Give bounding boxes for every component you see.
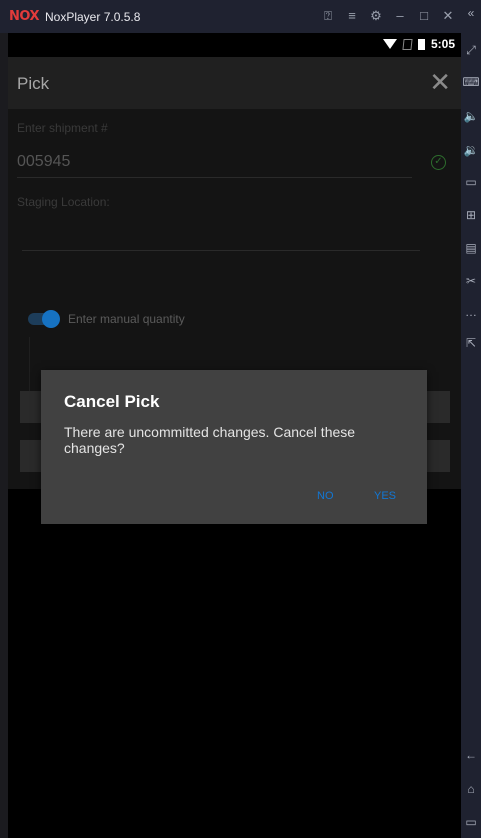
multi-instance-icon[interactable]: ▤: [461, 241, 481, 255]
window-controls: ⍰ ≡ ⚙ – □ ✕: [321, 8, 455, 24]
help-icon[interactable]: ⍰: [321, 8, 335, 24]
maximize-icon[interactable]: □: [417, 8, 431, 24]
shipment-underline: [17, 177, 412, 178]
wifi-icon: [382, 39, 397, 49]
volume-up-icon[interactable]: 🔈: [461, 109, 481, 123]
emulator-title-bar: NOX NoxPlayer 7.0.5.8 ⍰ ≡ ⚙ – □ ✕: [0, 0, 461, 33]
more-icon[interactable]: …: [461, 305, 481, 319]
manual-quantity-label: Enter manual quantity: [68, 312, 185, 326]
cancel-pick-dialog: Cancel Pick There are uncommitted change…: [41, 370, 427, 524]
shipment-input[interactable]: 005945: [17, 153, 70, 171]
dialog-message: There are uncommitted changes. Cancel th…: [64, 424, 356, 456]
yes-button[interactable]: YES: [374, 490, 396, 502]
collapse-icon[interactable]: «: [461, 6, 481, 20]
status-bar: 5:05: [8, 33, 461, 57]
scissors-icon[interactable]: ✂: [461, 274, 481, 288]
menu-icon[interactable]: ≡: [345, 8, 359, 24]
volume-down-icon[interactable]: 🔉: [461, 143, 481, 157]
recents-icon[interactable]: ▭: [461, 815, 481, 829]
window-title: NoxPlayer 7.0.5.8: [45, 9, 141, 24]
status-icons: 5:05: [382, 37, 455, 51]
screen-icon[interactable]: ▭: [461, 175, 481, 189]
android-screen: 5:05 Pick ✕ Enter shipment # 005945 ✓ St…: [8, 33, 461, 838]
page-title: Pick: [17, 74, 50, 93]
no-sim-icon: [402, 38, 413, 50]
emulator-sidebar: « ⤢ ⌨ 🔈 🔉 ▭ ⊞ ▤ ✂ … ⇱ ← ⌂ ▭: [461, 0, 481, 838]
home-icon[interactable]: ⌂: [461, 782, 481, 796]
back-icon[interactable]: ←: [461, 748, 481, 762]
external-icon[interactable]: ⇱: [461, 336, 481, 350]
shipment-label: Enter shipment #: [17, 121, 108, 135]
keyboard-icon[interactable]: ⌨: [461, 75, 481, 89]
dialog-title: Cancel Pick: [64, 392, 160, 411]
nox-logo: NOX: [9, 9, 40, 24]
staging-location-label: Staging Location:: [17, 195, 110, 209]
close-icon[interactable]: ✕: [429, 67, 451, 97]
quantity-area-divider: [29, 337, 30, 397]
check-circle-icon: ✓: [431, 155, 446, 170]
settings-icon[interactable]: ⚙: [369, 8, 383, 24]
fullscreen-icon[interactable]: ⤢: [461, 43, 481, 58]
switch-thumb: [42, 310, 60, 328]
add-apk-icon[interactable]: ⊞: [461, 208, 481, 222]
app-bar: Pick ✕: [8, 57, 461, 109]
battery-icon: [417, 38, 425, 50]
minimize-icon[interactable]: –: [393, 8, 407, 24]
no-button[interactable]: NO: [317, 490, 334, 502]
staging-location-input[interactable]: [22, 250, 420, 251]
close-icon[interactable]: ✕: [441, 8, 455, 24]
status-time: 5:05: [430, 37, 455, 51]
